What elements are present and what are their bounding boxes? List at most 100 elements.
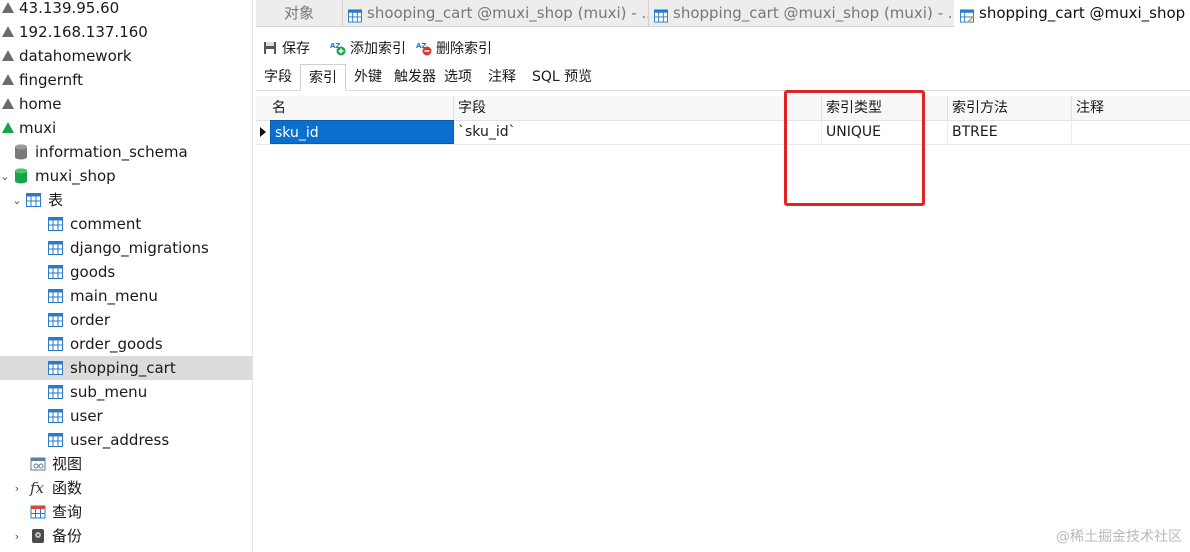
tree-item-functions[interactable]: › fx 函数 [0,476,252,500]
functions-label: 函数 [52,479,83,497]
delete-index-label: 删除索引 [436,41,492,57]
database-icon [14,144,28,160]
tree-item-table[interactable]: comment [0,212,252,236]
tab-label: shooping_cart @muxi_shop (muxi) - ... [367,4,649,22]
database-label: information_schema [35,143,188,161]
cell-index-type[interactable]: UNIQUE [822,120,948,144]
tree-item-table[interactable]: main_menu [0,284,252,308]
chevron-down-icon[interactable]: ⌄ [12,194,22,207]
tab-label: shopping_cart @muxi_shop ( [979,4,1190,22]
delete-index-icon: AZ [416,40,432,56]
tree-item-tables-group[interactable]: ⌄ 表 [0,188,252,212]
table-label: main_menu [70,287,158,305]
column-header-index-type[interactable]: 索引类型 [822,96,948,120]
tab-table-design[interactable]: shooping_cart @muxi_shop (muxi) - ... [342,0,649,26]
tab-comments[interactable]: 注释 [480,64,524,89]
connection-icon [2,98,14,110]
tab-table-design[interactable]: shopping_cart @muxi_shop (muxi) - ... [648,0,955,26]
table-icon [48,409,63,423]
tree-item-views[interactable]: 视图 [0,452,252,476]
column-header-fields[interactable]: 字段 [454,96,822,120]
table-row[interactable]: sku_id `sku_id` UNIQUE BTREE [256,120,1190,145]
table-label: user_address [70,431,170,449]
cell-index-comment[interactable] [1072,120,1190,144]
column-header-index-method[interactable]: 索引方法 [948,96,1072,120]
tree-item-connection[interactable]: datahomework [0,44,252,68]
connection-icon [2,74,14,86]
tree-item-connection[interactable]: 192.168.137.160 [0,20,252,44]
document-tabs: 对象 shooping_cart @muxi_shop (muxi) - ...… [256,0,1190,27]
column-header-comment[interactable]: 注释 [1072,96,1190,120]
backups-label: 备份 [52,527,83,545]
tree-item-table[interactable]: order [0,308,252,332]
index-grid: 名 字段 索引类型 索引方法 注释 sku_id `sku_id` UNIQUE… [256,96,1190,552]
cell-index-method[interactable]: BTREE [948,120,1072,144]
query-icon [30,504,46,520]
tab-table-design-active[interactable]: shopping_cart @muxi_shop ( [954,0,1190,27]
table-label: goods [70,263,116,281]
tree-item-connection[interactable]: home [0,92,252,116]
tree-item-table[interactable]: django_migrations [0,236,252,260]
toolbar: 保存 AZ 添加索引 AZ 删除索引 [256,34,1190,62]
table-label: comment [70,215,142,233]
tab-fields[interactable]: 字段 [256,64,300,89]
connection-icon [2,50,14,62]
tree-item-table-selected[interactable]: shopping_cart [0,356,252,380]
cell-index-name[interactable]: sku_id [270,120,454,144]
tree-item-table[interactable]: user [0,404,252,428]
chevron-right-icon[interactable]: › [12,530,22,543]
grid-header: 名 字段 索引类型 索引方法 注释 [256,96,1190,121]
tab-label: shopping_cart @muxi_shop (muxi) - ... [673,4,955,22]
table-icon [48,265,63,279]
design-subtabs: 字段 索引 外键 触发器 选项 注释 SQL 预览 [256,64,1190,91]
tree-item-queries[interactable]: 查询 [0,500,252,524]
table-icon [48,361,63,375]
tree-item-table[interactable]: sub_menu [0,380,252,404]
views-label: 视图 [52,455,83,473]
table-icon [48,217,63,231]
delete-index-button[interactable]: AZ 删除索引 [416,38,492,58]
chevron-down-icon[interactable]: ⌄ [0,170,10,183]
tree-item-database-open[interactable]: ⌄ muxi_shop [0,164,252,188]
tab-objects[interactable]: 对象 [256,0,343,26]
tab-indexes[interactable]: 索引 [300,64,346,91]
tree-item-connection[interactable]: 43.139.95.60 [0,0,252,20]
tab-sql-preview[interactable]: SQL 预览 [524,64,600,89]
tree-item-table[interactable]: order_goods [0,332,252,356]
table-icon [48,337,63,351]
connection-active-icon [2,122,14,134]
cell-index-fields[interactable]: `sku_id` [454,120,822,144]
add-index-button[interactable]: AZ 添加索引 [330,38,406,58]
table-label: django_migrations [70,239,209,257]
tables-group-label: 表 [48,191,64,209]
tree-item-table[interactable]: user_address [0,428,252,452]
backup-icon [30,528,46,544]
column-header-name[interactable]: 名 [268,96,454,120]
chevron-right-icon[interactable]: › [12,482,22,495]
tree-item-table[interactable]: goods [0,260,252,284]
connection-label: muxi [19,119,57,137]
save-label: 保存 [282,41,310,57]
tree-item-backups[interactable]: › 备份 [0,524,252,548]
connection-label: home [19,95,62,113]
tab-label: 对象 [283,4,314,22]
tree-item-connection[interactable]: fingernft [0,68,252,92]
queries-label: 查询 [52,503,83,521]
table-icon [48,241,63,255]
tree-item-database[interactable]: information_schema [0,140,252,164]
table-design-icon [960,6,974,23]
table-label: order [70,311,110,329]
tab-options[interactable]: 选项 [440,64,480,89]
table-label: shopping_cart [70,359,176,377]
navigation-tree: 43.139.95.60 192.168.137.160 datahomewor… [0,0,253,552]
tree-item-connection-active[interactable]: muxi [0,116,252,140]
save-button[interactable]: 保存 [262,38,310,58]
tab-triggers[interactable]: 触发器 [390,64,440,89]
tab-foreign-keys[interactable]: 外键 [346,64,390,89]
table-icon [26,193,41,207]
table-icon [48,289,63,303]
table-icon [654,6,668,23]
database-label: muxi_shop [35,167,116,185]
add-index-label: 添加索引 [350,41,406,57]
table-label: order_goods [70,335,163,353]
